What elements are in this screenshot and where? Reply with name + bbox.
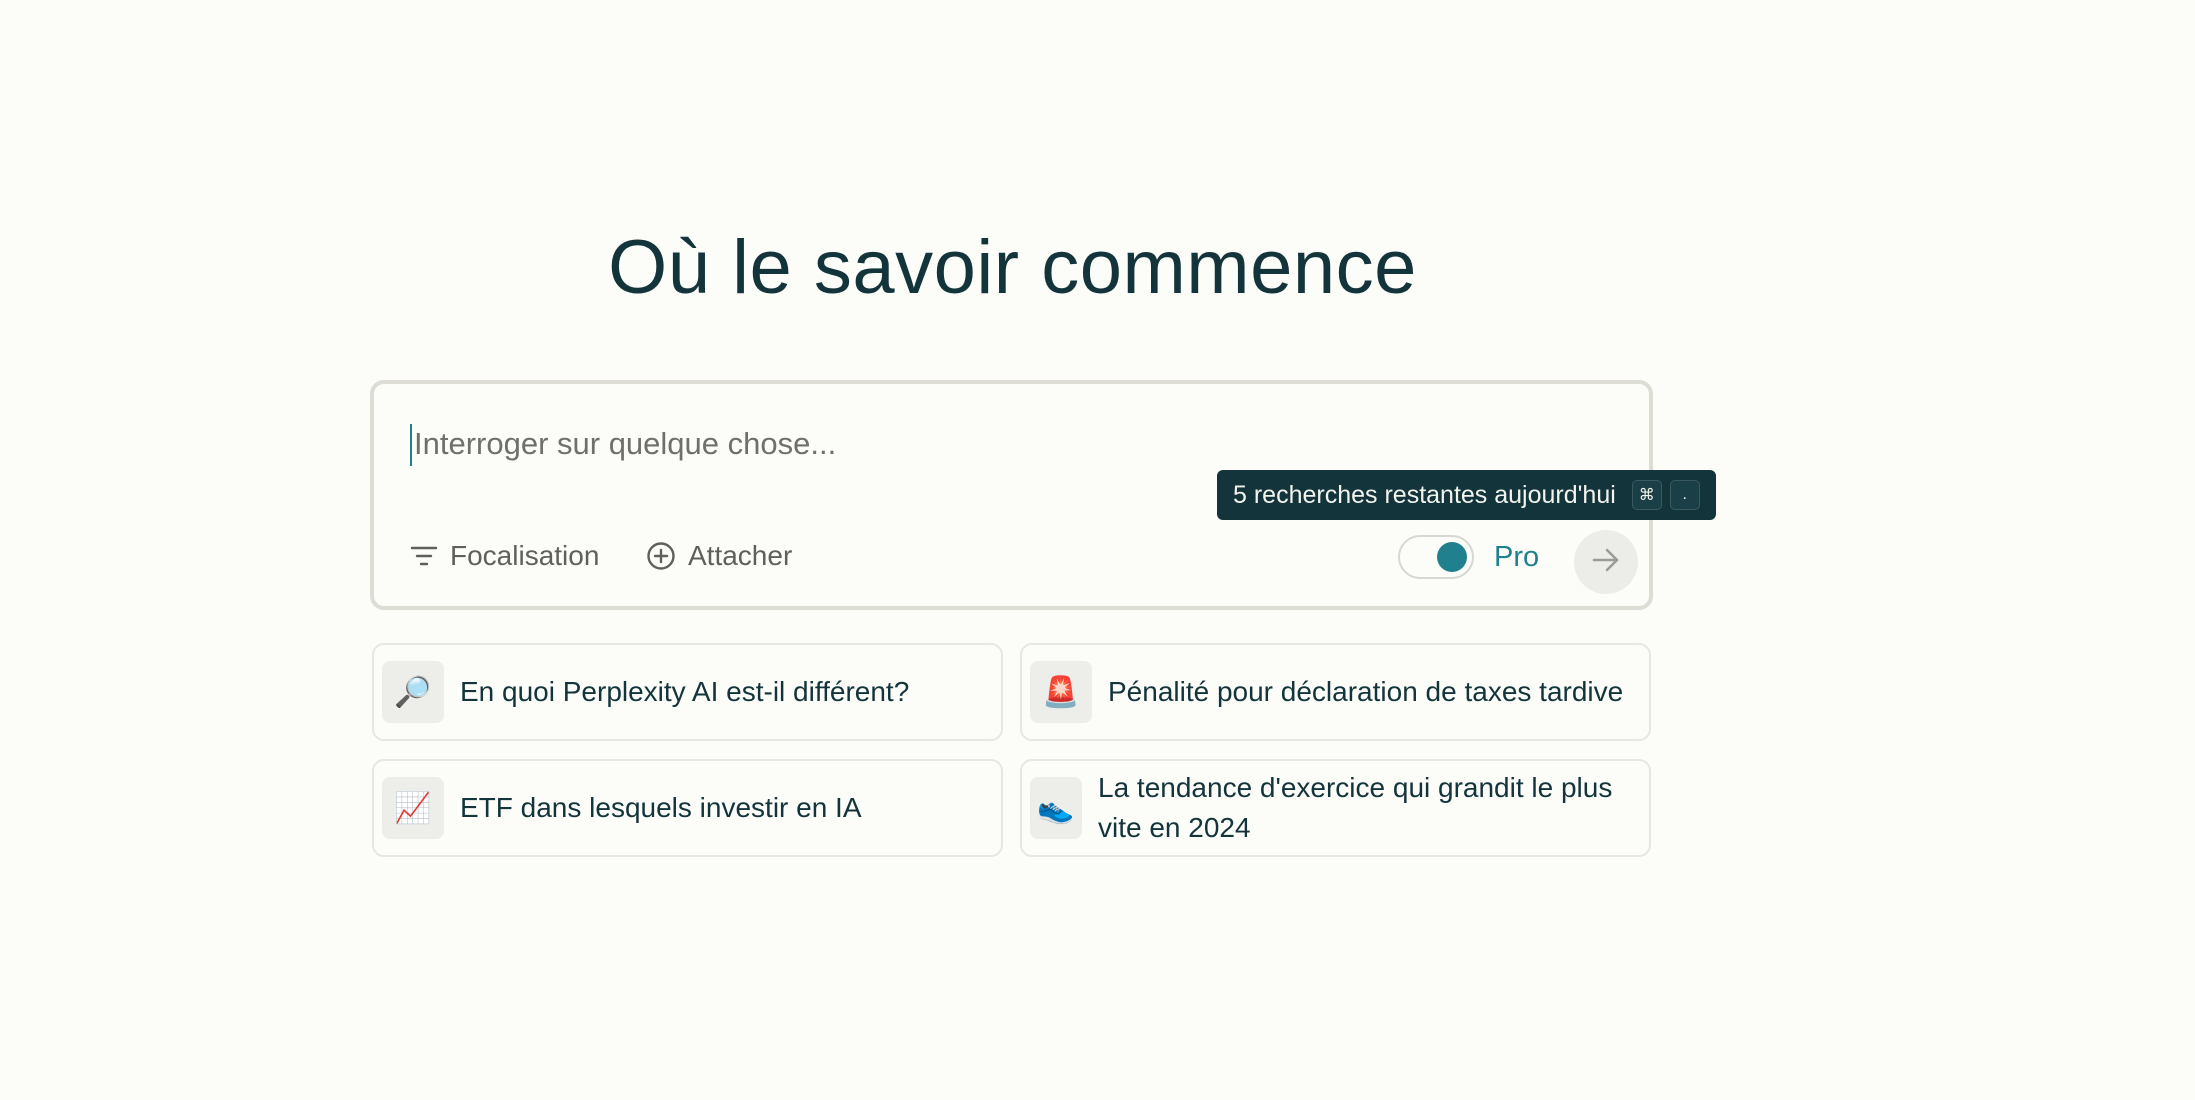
searches-remaining-tooltip: 5 recherches restantes aujourd'hui ⌘ . (1217, 470, 1716, 520)
home-page: Où le savoir commence Focalisation (0, 0, 2195, 1100)
pro-toggle-knob (1437, 542, 1467, 572)
plus-circle-icon (646, 541, 676, 571)
pro-toggle[interactable] (1398, 535, 1474, 579)
command-key: ⌘ (1631, 480, 1662, 510)
focus-button[interactable]: Focalisation (410, 540, 599, 572)
suggestion-label: La tendance d'exercice qui grandit le pl… (1098, 772, 1613, 843)
suggestion-card[interactable]: 🚨 Pénalité pour déclaration de taxes tar… (1020, 643, 1651, 741)
running-shoe-icon: 👟 (1030, 777, 1082, 839)
suggestion-label: En quoi Perplexity AI est-il différent? (460, 676, 910, 707)
pro-label: Pro (1494, 541, 1540, 573)
chart-increasing-icon: 📈 (382, 777, 444, 839)
attach-label: Attacher (688, 540, 793, 571)
suggestion-label: ETF dans lesquels investir en IA (460, 792, 862, 823)
siren-icon: 🚨 (1030, 661, 1092, 723)
period-key: . (1669, 480, 1700, 510)
text-caret (410, 424, 412, 466)
search-input[interactable] (410, 420, 1594, 468)
shortcut-keys: ⌘ . (1631, 480, 1700, 510)
attach-button[interactable]: Attacher (646, 540, 792, 572)
suggestion-label: Pénalité pour déclaration de taxes tardi… (1108, 676, 1624, 707)
focus-label: Focalisation (450, 540, 600, 571)
suggestion-card[interactable]: 🔎 En quoi Perplexity AI est-il différent… (372, 643, 1003, 741)
arrow-right-icon (1591, 547, 1621, 578)
tooltip-text: 5 recherches restantes aujourd'hui (1233, 480, 1616, 509)
suggestion-card[interactable]: 📈 ETF dans lesquels investir en IA (372, 759, 1003, 857)
magnifying-glass-icon: 🔎 (382, 661, 444, 723)
submit-button[interactable] (1574, 530, 1638, 594)
filter-icon (410, 544, 438, 568)
suggestion-card[interactable]: 👟 La tendance d'exercice qui grandit le … (1020, 759, 1651, 857)
page-title: Où le savoir commence (608, 225, 1417, 310)
